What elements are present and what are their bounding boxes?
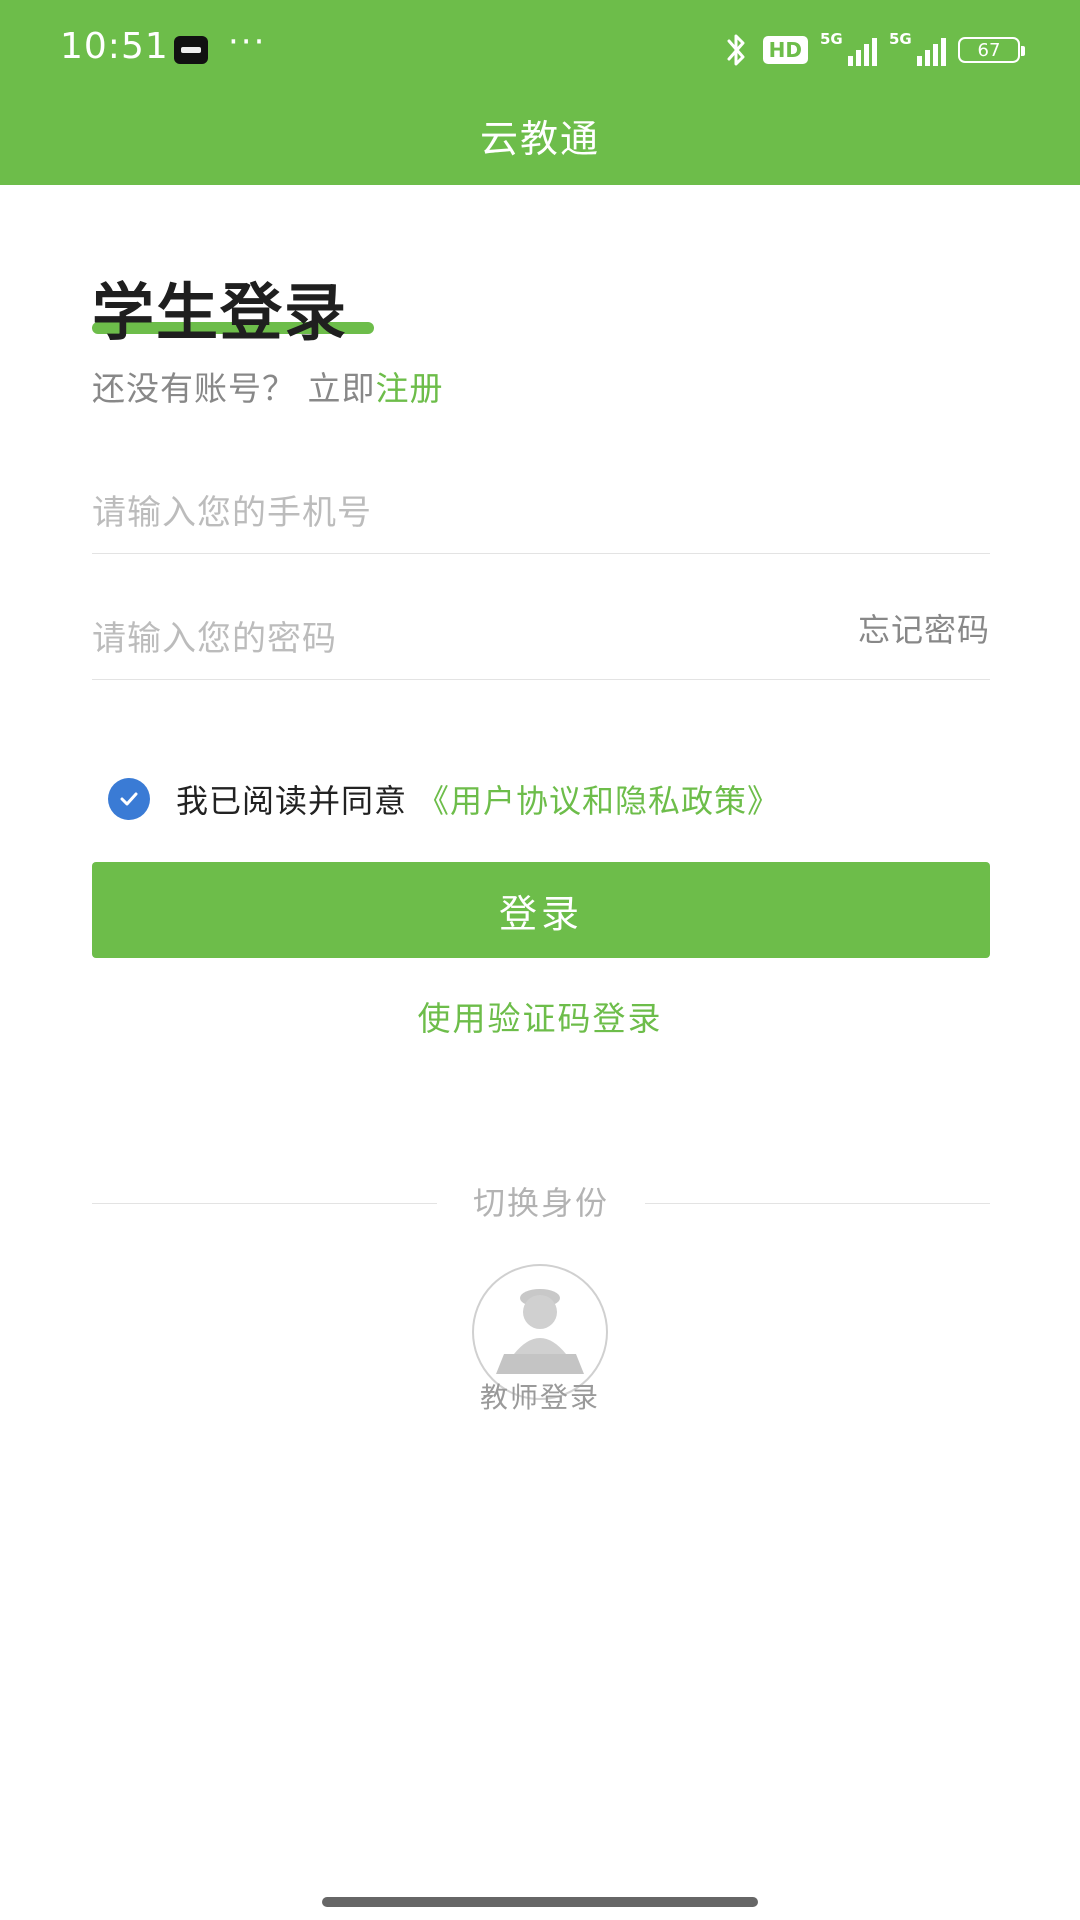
app-title: 云教通	[479, 117, 600, 161]
notification-app-icon	[174, 36, 208, 64]
login-button[interactable]: 登录	[92, 862, 990, 958]
agreement-link[interactable]: 《用户协议和隐私政策》	[417, 776, 780, 822]
more-notifications-icon: ···	[228, 22, 267, 62]
signal-strength-icon-2: 5G	[889, 30, 946, 66]
register-prompt-text: 还没有账号？ 立即	[92, 369, 376, 408]
agreement-checkbox[interactable]	[108, 778, 150, 820]
forgot-password-link[interactable]: 忘记密码	[858, 605, 990, 651]
phone-field	[92, 428, 990, 554]
register-link[interactable]: 注册	[376, 369, 444, 408]
password-field: 忘记密码	[92, 554, 990, 680]
switch-identity-label: 切换身份	[472, 1184, 609, 1222]
check-icon	[120, 792, 138, 806]
sms-login-link[interactable]: 使用验证码登录	[0, 992, 1080, 1040]
register-prompt: 还没有账号？ 立即注册	[92, 362, 444, 410]
status-time: 10:51	[60, 26, 169, 67]
agreement-text: 我已阅读并同意	[176, 782, 408, 820]
battery-level: 67	[977, 39, 1001, 61]
status-icons: HD 5G 5G 67	[723, 30, 1025, 70]
password-input[interactable]	[92, 619, 692, 659]
hd-voice-badge: HD	[762, 36, 808, 64]
teacher-login-label[interactable]: 教师登录	[0, 1376, 1080, 1416]
bluetooth-icon	[727, 34, 745, 66]
network-type-label: 5G	[820, 30, 843, 48]
phone-input[interactable]	[92, 493, 692, 533]
home-indicator[interactable]	[322, 1897, 758, 1907]
signal-strength-icon-1: 5G	[820, 30, 877, 66]
login-heading: 学生登录	[92, 276, 349, 349]
app-header: 10:51 ··· HD 5G 5G 67 云教通	[0, 0, 1080, 185]
switch-identity-divider: 切换身份	[92, 1178, 990, 1228]
agreement-row: 我已阅读并同意 《用户协议和隐私政策》	[108, 774, 780, 824]
divider-line-right	[645, 1203, 990, 1204]
battery-icon: 67	[958, 37, 1025, 63]
network-type-label: 5G	[889, 30, 912, 48]
